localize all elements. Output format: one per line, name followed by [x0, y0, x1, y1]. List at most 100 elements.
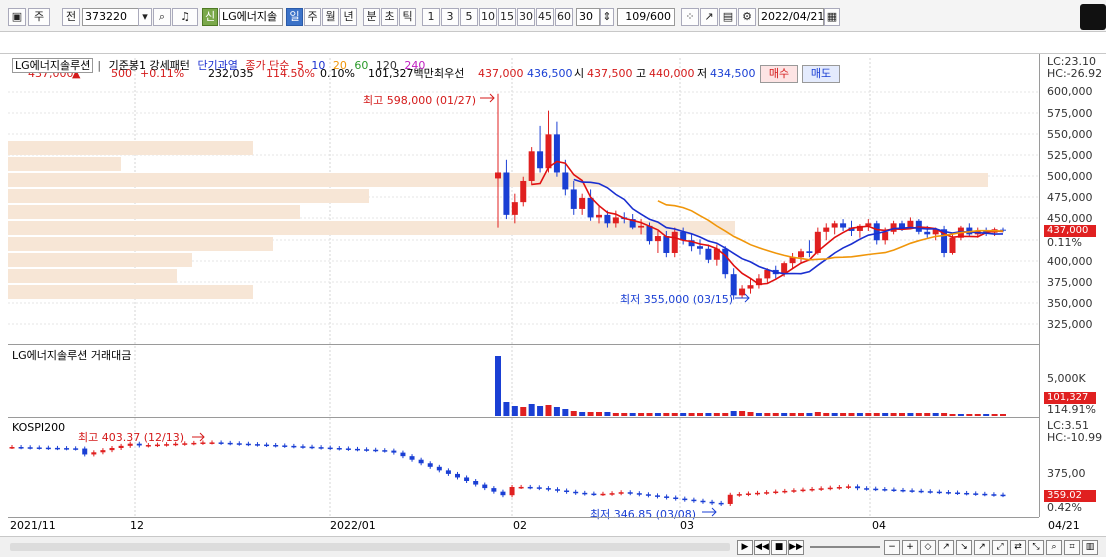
- tool-icon[interactable]: ↘: [956, 540, 972, 555]
- pane-divider-volume[interactable]: [8, 344, 1039, 345]
- candle-body: [646, 225, 653, 242]
- interval-45[interactable]: 45: [536, 8, 554, 26]
- index-candle-body: [564, 490, 570, 493]
- tool-icon[interactable]: ⤡: [1028, 540, 1044, 555]
- candle-body: [528, 151, 535, 181]
- scroll-stop-icon[interactable]: ■: [771, 540, 787, 555]
- tool-icon[interactable]: ⇄: [1010, 540, 1026, 555]
- index-candle-body: [264, 444, 270, 447]
- index-candle-body: [900, 489, 906, 492]
- code-dropdown-icon[interactable]: ▾: [138, 8, 152, 26]
- index-candle-body: [191, 442, 197, 445]
- volume-bar: [654, 413, 661, 416]
- scroll-last-icon[interactable]: ▶▶: [788, 540, 804, 555]
- candle-body: [739, 288, 746, 296]
- search-icon[interactable]: ⌕: [153, 8, 171, 26]
- index-candle-body: [436, 466, 442, 471]
- chart-canvas[interactable]: [0, 54, 1106, 536]
- interval-1[interactable]: 1: [422, 8, 440, 26]
- volume-bar: [537, 406, 544, 416]
- interval-input[interactable]: 30: [576, 8, 600, 26]
- tab-period-week[interactable]: 주: [304, 8, 321, 26]
- stock-name-field[interactable]: LG에너지솔: [219, 8, 283, 26]
- price-legend: LG에너지솔루션 | 기준봉1 강세패턴 단기과열 종가 단순 5 10 20 6…: [12, 57, 429, 73]
- scroll-right-icon[interactable]: ▶: [737, 540, 753, 555]
- volume-tick: 5,000K: [1047, 372, 1086, 385]
- stock-code-input[interactable]: 373220: [82, 8, 140, 26]
- tab-period-day[interactable]: 일: [286, 8, 303, 26]
- index-candle-body: [218, 442, 224, 444]
- legend-close-simple: 종가 단순: [245, 59, 290, 72]
- index-candle-body: [882, 489, 888, 491]
- price-tick: 400,000: [1047, 255, 1093, 268]
- tool-icon[interactable]: ↗: [938, 540, 954, 555]
- candle-body: [553, 134, 560, 173]
- index-candle-body: [36, 447, 42, 449]
- sound-icon[interactable]: ♫: [172, 8, 198, 26]
- interval-10[interactable]: 10: [479, 8, 497, 26]
- date-field[interactable]: 2022/04/21: [758, 8, 824, 26]
- tab-period-month[interactable]: 월: [322, 8, 339, 26]
- index-candle-body: [282, 445, 288, 447]
- layout-icon[interactable]: ▥: [1082, 540, 1098, 555]
- volume-bar: [755, 413, 762, 416]
- interval-60[interactable]: 60: [555, 8, 573, 26]
- candle-body: [722, 248, 729, 275]
- volume-bar: [974, 414, 981, 416]
- interval-15[interactable]: 15: [498, 8, 516, 26]
- tab-period-year[interactable]: 년: [340, 8, 357, 26]
- bottom-scrollbar[interactable]: ▶ ◀◀ ■ ▶▶ − + ◇ ↗ ↘ ↗ ⤢ ⇄ ⤡ ⌕ ⌗ ▥: [0, 536, 1106, 557]
- index-candle-body: [691, 499, 697, 502]
- volume-bar: [722, 413, 729, 416]
- index-candle-body: [509, 486, 515, 496]
- interval-5[interactable]: 5: [460, 8, 478, 26]
- tab-period-tick[interactable]: 틱: [399, 8, 416, 26]
- index-candle-body: [354, 448, 360, 451]
- calendar-icon[interactable]: ▦: [824, 8, 840, 26]
- scroll-first-icon[interactable]: ◀◀: [754, 540, 770, 555]
- interval-spin-icon[interactable]: ⇕: [600, 8, 614, 26]
- volume-profile-bar: [8, 237, 273, 251]
- zoom-in-icon[interactable]: +: [902, 540, 918, 555]
- gear-icon[interactable]: ⚙: [738, 8, 756, 26]
- index-candle-body: [327, 447, 333, 450]
- search-icon[interactable]: ⌕: [1046, 540, 1062, 555]
- grid-icon[interactable]: ⁘: [681, 8, 699, 26]
- tool-icon[interactable]: ⤢: [992, 540, 1008, 555]
- index-candle-body: [464, 477, 470, 482]
- fit-icon[interactable]: ⌗: [1064, 540, 1080, 555]
- candle-body: [831, 223, 838, 228]
- index-candle-body: [773, 491, 779, 494]
- pane-divider-index[interactable]: [8, 417, 1039, 418]
- tool-icon[interactable]: ↗: [974, 540, 990, 555]
- zoom-out-icon[interactable]: −: [884, 540, 900, 555]
- index-candle-body: [800, 489, 806, 492]
- save-icon[interactable]: ▤: [719, 8, 737, 26]
- index-candle-body: [473, 481, 479, 485]
- bar-count-field[interactable]: 109/600: [617, 8, 675, 26]
- period-type-select[interactable]: 주: [28, 8, 50, 26]
- index-badge-pct: 0.42%: [1047, 501, 1082, 514]
- interval-30[interactable]: 30: [517, 8, 535, 26]
- index-candle-body: [482, 484, 488, 489]
- index-candle-body: [927, 491, 933, 493]
- panel-toggle[interactable]: [1080, 4, 1106, 30]
- price-tick: 525,000: [1047, 149, 1093, 162]
- index-candle-body: [709, 501, 715, 504]
- volume-bar: [604, 412, 611, 416]
- price-tick: 575,000: [1047, 107, 1093, 120]
- zoom-slider[interactable]: [810, 546, 880, 548]
- index-candle-body: [245, 443, 251, 446]
- index-candle-body: [209, 442, 215, 444]
- index-candle-body: [727, 494, 733, 504]
- volume-profile-bar: [8, 189, 369, 203]
- trend-icon[interactable]: ↗: [700, 8, 718, 26]
- prev-button[interactable]: 전: [62, 8, 80, 26]
- interval-3[interactable]: 3: [441, 8, 459, 26]
- date-label: 02: [513, 519, 527, 532]
- tab-period-second[interactable]: 초: [381, 8, 398, 26]
- tab-period-minute[interactable]: 분: [363, 8, 380, 26]
- scroll-track[interactable]: [10, 543, 730, 551]
- window-icon[interactable]: ▣: [8, 8, 26, 26]
- tool-icon[interactable]: ◇: [920, 540, 936, 555]
